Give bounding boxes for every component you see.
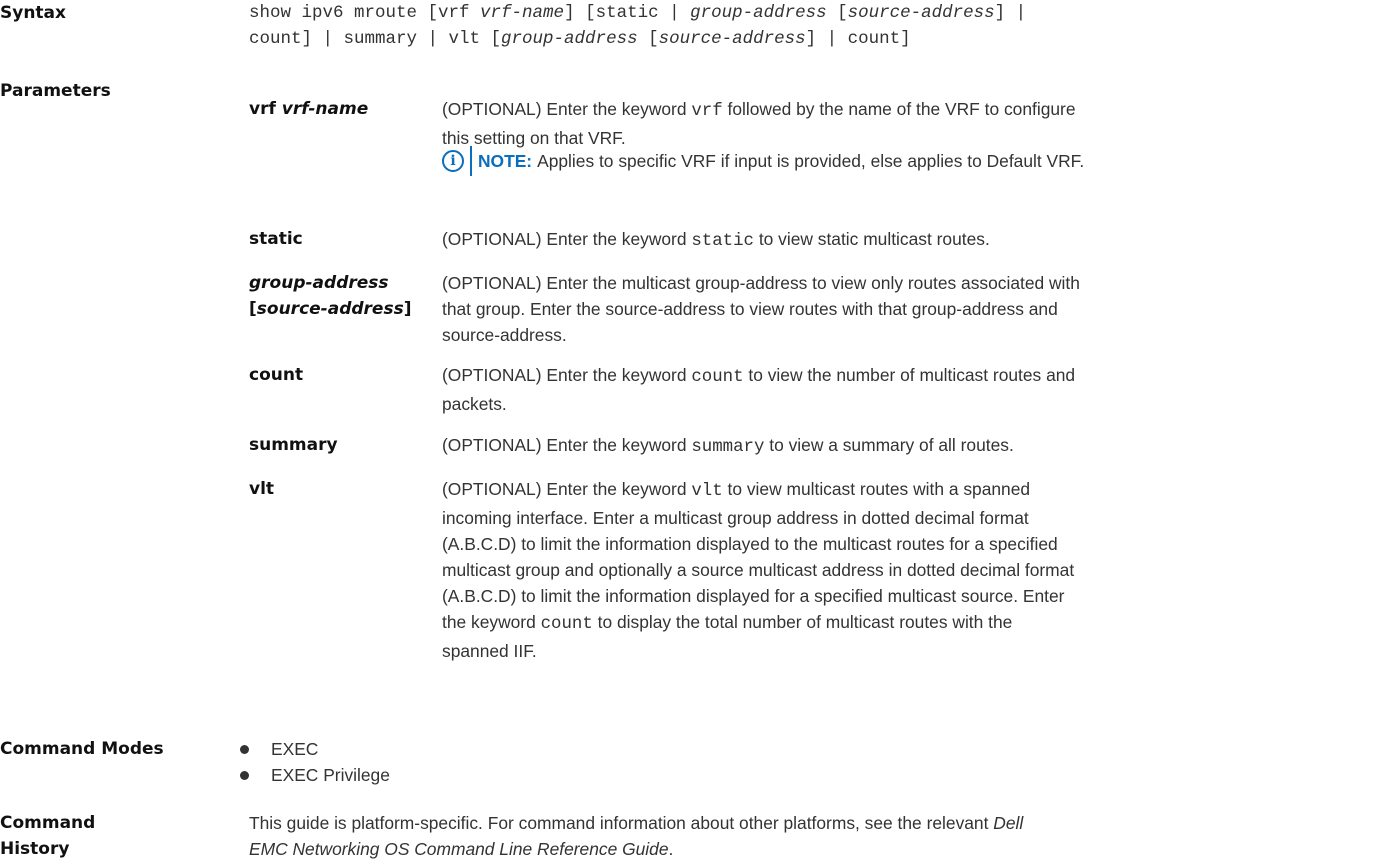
syntax-label: Syntax: [0, 3, 66, 23]
syntax-line-2: count] | summary | vlt [group-address [s…: [249, 29, 911, 49]
info-icon: i: [442, 150, 464, 172]
note-box: i NOTE: Applies to specific VRF if input…: [442, 146, 1085, 176]
command-modes-label: Command Modes: [0, 739, 164, 759]
command-modes-list: EXEC EXEC Privilege: [237, 736, 390, 788]
param-desc-summary: (OPTIONAL) Enter the keyword summary to …: [442, 435, 1014, 457]
param-term-vrf: vrf vrf-name: [249, 99, 369, 119]
syntax-block: show ipv6 mroute [vrf vrf-name] [static …: [249, 0, 1369, 52]
syntax-line-1: show ipv6 mroute [vrf vrf-name] [static …: [249, 3, 1027, 23]
note-divider: [470, 146, 472, 176]
note-text: Applies to specific VRF if input is prov…: [537, 150, 1085, 171]
command-history-label-line1: Command: [0, 813, 96, 833]
command-history-label-line2: History: [0, 839, 70, 859]
param-desc-static: (OPTIONAL) Enter the keyword static to v…: [442, 229, 990, 251]
param-desc-vlt: (OPTIONAL) Enter the keyword vlt to view…: [442, 479, 1075, 661]
param-term-vlt: vlt: [249, 479, 275, 499]
param-desc-count: (OPTIONAL) Enter the keyword count to vi…: [442, 365, 1076, 414]
param-term-group-address: group-address [source-address]: [249, 273, 412, 319]
bullet-icon: [240, 744, 249, 754]
parameters-label: Parameters: [0, 81, 111, 101]
param-desc-group-address: (OPTIONAL) Enter the multicast group-add…: [442, 273, 1080, 345]
param-term-count: count: [249, 365, 304, 385]
param-term-summary: summary: [249, 435, 338, 455]
command-history-label: Command History: [0, 810, 95, 862]
param-term-static: static: [249, 229, 303, 249]
list-item: EXEC: [237, 736, 390, 762]
bullet-icon: [240, 770, 249, 780]
param-desc-vrf: (OPTIONAL) Enter the keyword vrf followe…: [442, 99, 1076, 148]
note-label: NOTE:: [478, 150, 533, 171]
list-item: EXEC Privilege: [237, 762, 390, 788]
command-history-text: This guide is platform-specific. For com…: [249, 813, 1024, 859]
